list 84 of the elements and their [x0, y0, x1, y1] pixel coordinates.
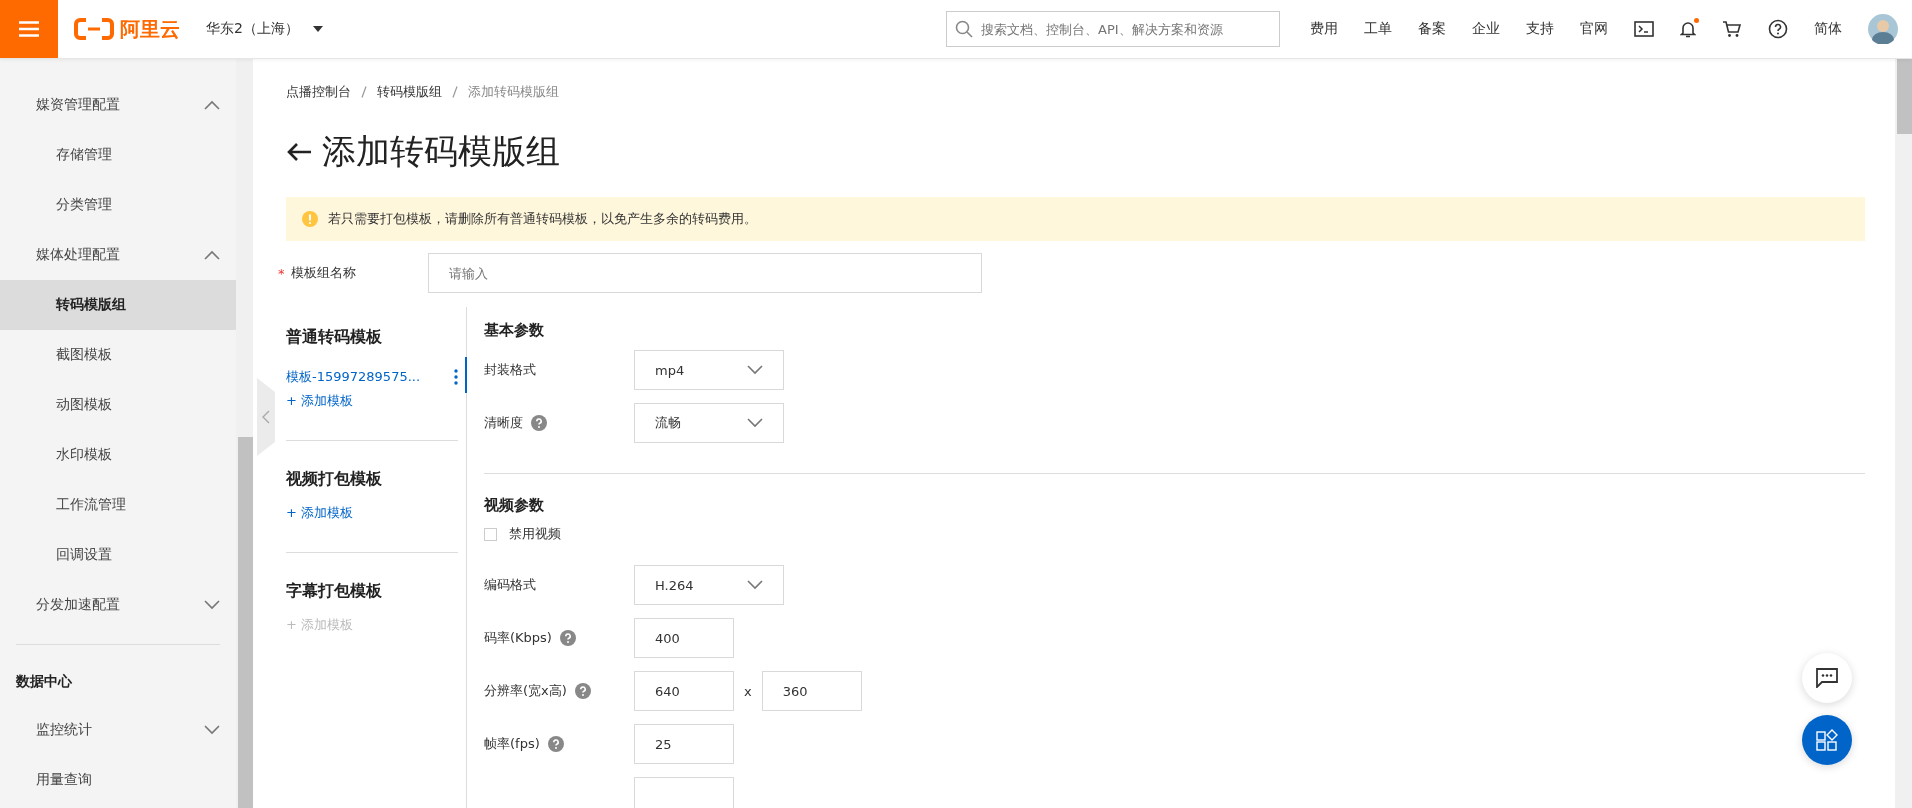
nav-link[interactable]: 官网	[1580, 20, 1608, 38]
breadcrumb-separator-icon	[452, 86, 458, 98]
sidebar-item[interactable]: 动图模板	[0, 380, 236, 430]
breadcrumb-link[interactable]: 点播控制台	[286, 83, 351, 101]
menu-button[interactable]	[0, 0, 58, 58]
cart-icon[interactable]	[1722, 20, 1742, 38]
back-arrow-icon[interactable]	[286, 142, 312, 162]
required-mark: *	[278, 265, 285, 281]
terminal-icon[interactable]	[1634, 21, 1654, 37]
sidebar-item[interactable]: 媒体处理配置	[0, 230, 236, 280]
sidebar-item[interactable]: 截图模板	[0, 330, 236, 380]
chat-icon	[1816, 668, 1838, 688]
sidebar-heading: 数据中心	[15, 672, 73, 691]
section-title: 视频参数	[484, 496, 545, 515]
chevron-down-icon	[747, 418, 763, 428]
breadcrumb-separator-icon	[361, 86, 367, 98]
input-field[interactable]: 请输入	[428, 253, 982, 293]
nav-link[interactable]: 企业	[1472, 20, 1500, 38]
sidebar-item[interactable]: 存储管理	[0, 130, 236, 180]
sidebar-item[interactable]: 分类管理	[0, 180, 236, 230]
help-icon[interactable]	[1768, 19, 1788, 39]
field-label: 码率(Kbps)	[484, 629, 552, 647]
chevron-down-icon	[204, 600, 220, 610]
page-title: 添加转码模版组	[322, 130, 560, 173]
input-field[interactable]: 360	[761, 671, 862, 711]
search-field[interactable]: 搜索文档、控制台、API、解决方案和资源	[946, 11, 1280, 47]
chevron-up-icon	[204, 250, 220, 260]
sidebar-item[interactable]: 转码模版组	[0, 280, 236, 330]
scrollbar[interactable]	[1895, 59, 1912, 808]
select-field[interactable]: 流畅	[634, 403, 784, 443]
group-title: 普通转码模板	[286, 327, 383, 348]
select-field[interactable]: mp4	[634, 350, 784, 390]
field-label: 封装格式	[484, 361, 536, 379]
logo-icon[interactable]	[74, 18, 114, 40]
input-field[interactable]: 25	[634, 724, 734, 764]
search-icon	[955, 20, 973, 38]
apps-button[interactable]	[1802, 715, 1852, 765]
sidebar-item[interactable]: 分发加速配置	[0, 580, 236, 630]
field-label: 清晰度	[484, 414, 523, 432]
sidebar-item[interactable]: 回调设置	[0, 530, 236, 580]
chevron-down-icon	[747, 365, 763, 375]
input-field[interactable]	[634, 777, 734, 808]
field-label: 编码格式	[484, 576, 536, 594]
group-title: 字幕打包模板	[286, 581, 383, 602]
sidebar-item[interactable]: 媒资管理配置	[0, 80, 236, 130]
select-field[interactable]: H.264	[634, 565, 784, 605]
chevron-down-icon	[204, 725, 220, 735]
sidebar-item[interactable]: 监控统计	[0, 705, 236, 755]
field-label: 帧率(fps)	[484, 735, 540, 753]
field-label: 模板组名称	[290, 264, 356, 282]
sidebar-item[interactable]: 工作流管理	[0, 480, 236, 530]
nav-link[interactable]: 简体	[1814, 20, 1842, 38]
separator-text: x	[744, 683, 752, 699]
chevron-left-icon	[262, 410, 270, 424]
breadcrumb-link[interactable]: 转码模版组	[377, 83, 442, 101]
add-template-link[interactable]: + 添加模板	[286, 504, 354, 522]
checkbox[interactable]	[484, 527, 497, 541]
more-icon[interactable]	[454, 369, 458, 385]
input-field[interactable]: 400	[634, 618, 734, 658]
apps-icon	[1816, 729, 1838, 751]
template-link[interactable]: 模板-15997289575...	[286, 368, 421, 386]
alert-text: 若只需要打包模板，请删除所有普通转码模板，以免产生多余的转码费用。	[328, 210, 757, 228]
field-label: 分辨率(宽x高)	[484, 682, 567, 700]
bell-icon[interactable]	[1680, 20, 1696, 38]
section-title: 基本参数	[484, 321, 545, 340]
sidebar-item[interactable]: 用量查询	[0, 755, 236, 805]
scrollbar[interactable]	[236, 59, 253, 808]
chat-button[interactable]	[1802, 653, 1852, 703]
group-title: 视频打包模板	[286, 469, 383, 490]
region-selector[interactable]: 华东2（上海）	[206, 20, 323, 38]
nav-link[interactable]: 费用	[1310, 20, 1338, 38]
caret-icon	[312, 26, 323, 32]
nav-link[interactable]: 支持	[1526, 20, 1554, 38]
nav-link[interactable]: 工单	[1364, 20, 1392, 38]
sidebar-item[interactable]: 水印模板	[0, 430, 236, 480]
chevron-down-icon	[747, 580, 763, 590]
chevron-up-icon	[204, 100, 220, 110]
warning-icon	[302, 211, 318, 227]
menu-icon[interactable]	[19, 21, 39, 37]
add-template-link[interactable]: + 添加模板	[286, 392, 354, 410]
nav-link[interactable]: 备案	[1418, 20, 1446, 38]
checkbox-label[interactable]: 禁用视频	[509, 525, 561, 543]
avatar-icon[interactable]	[1868, 14, 1898, 44]
input-field[interactable]: 640	[634, 671, 734, 711]
